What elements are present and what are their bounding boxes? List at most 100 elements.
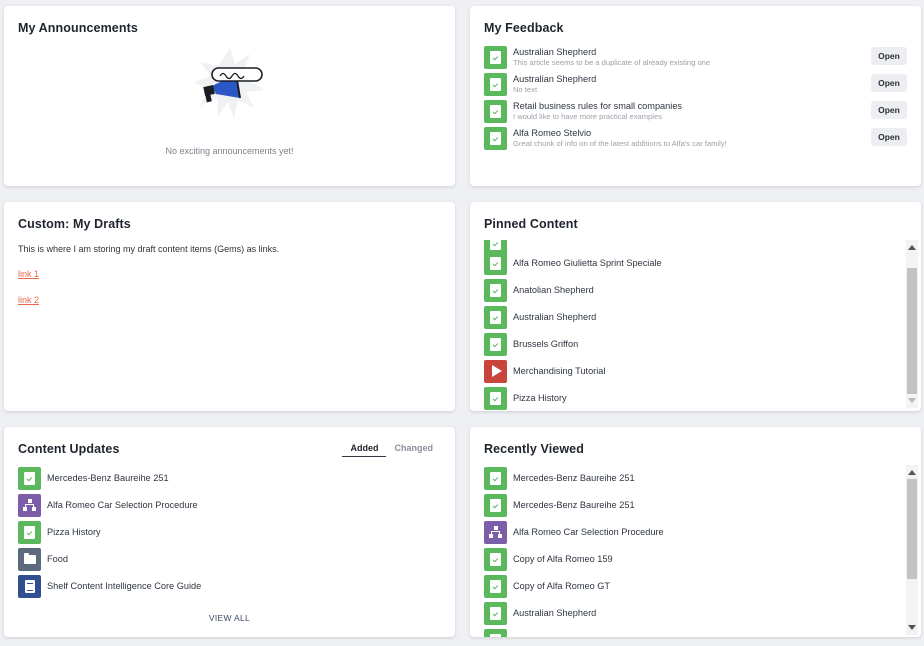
flowchart-icon	[484, 520, 507, 544]
list-item-title: Alfa Romeo Car Selection Procedure	[47, 500, 198, 510]
gem-icon	[484, 332, 507, 356]
list-item[interactable]: Anatolian Shepherd	[484, 278, 893, 302]
announcements-empty-message: No exciting announcements yet!	[165, 146, 294, 156]
draft-link-2[interactable]: link 2	[18, 295, 39, 305]
list-item[interactable]: Mercedes-Benz Baureihe 251	[18, 466, 441, 490]
feedback-card: My Feedback Australian Shepherd This art…	[470, 6, 921, 186]
folder-icon	[18, 547, 41, 571]
pinned-title: Pinned Content	[484, 217, 578, 231]
scroll-up-arrow-icon[interactable]	[908, 470, 916, 475]
feedback-title: My Feedback	[484, 21, 564, 35]
feedback-item[interactable]: Alfa Romeo Stelvio Great chunk of info o…	[484, 126, 907, 150]
feedback-item[interactable]: Australian Shepherd No text Open	[484, 72, 907, 96]
feedback-item-title[interactable]: Retail business rules for small companie…	[513, 101, 682, 111]
feedback-item-comment: No text	[513, 85, 538, 94]
list-item-title: Anatolian Shepherd	[513, 285, 594, 295]
updates-title: Content Updates	[18, 442, 120, 456]
feedback-item[interactable]: Australian Shepherd This article seems t…	[484, 45, 907, 69]
recent-list: Mercedes-Benz Baureihe 251 Mercedes-Benz…	[470, 465, 907, 637]
list-item[interactable]: Food	[18, 547, 441, 571]
updates-tabs: Added Changed	[342, 443, 441, 457]
feedback-item[interactable]: Retail business rules for small companie…	[484, 99, 907, 123]
gem-icon	[484, 45, 507, 69]
drafts-title: Custom: My Drafts	[18, 217, 131, 231]
feedback-item-title[interactable]: Alfa Romeo Stelvio	[513, 128, 727, 138]
list-item[interactable]: Shelf Content Intelligence Core Guide	[18, 574, 441, 598]
recent-card: Recently Viewed Mercedes-Benz Baureihe 2…	[470, 427, 921, 637]
gem-icon	[484, 547, 507, 571]
feedback-item-comment: I would like to have more practical exam…	[513, 112, 662, 121]
list-item-title: Food	[47, 554, 68, 564]
open-button[interactable]: Open	[871, 47, 907, 65]
list-item-title: Australian Shepherd	[513, 312, 597, 322]
list-item-title: Shelf Content Intelligence Core Guide	[47, 581, 202, 591]
list-item-title: Copy of Alfa Romeo GT	[513, 581, 611, 591]
list-item[interactable]: Alfa Romeo Car Selection Procedure	[18, 493, 441, 517]
list-item[interactable]: Alfa Romeo Car Selection Procedure	[484, 520, 893, 544]
list-item[interactable]: Merchandising Tutorial	[484, 359, 893, 383]
scroll-up-arrow-icon[interactable]	[908, 245, 916, 250]
list-item[interactable]: Australian Shepherd	[484, 305, 893, 329]
pinned-card: Pinned Content Alfa Romeo Giulietta Spri…	[470, 202, 921, 411]
megaphone-illustration-icon	[194, 48, 264, 118]
updates-card: Content Updates Added Changed Mercedes-B…	[4, 427, 455, 637]
gem-icon	[484, 493, 507, 517]
list-item-title: Pizza History	[513, 393, 567, 403]
gem-icon	[484, 574, 507, 598]
scrollbar-thumb[interactable]	[907, 268, 917, 394]
scrollbar-thumb[interactable]	[907, 479, 917, 579]
feedback-item-title[interactable]: Australian Shepherd	[513, 47, 710, 57]
gem-icon	[484, 99, 507, 123]
list-item[interactable]: Pizza History	[484, 386, 893, 410]
gem-icon	[484, 601, 507, 625]
list-item-title: Alfa Romeo Giulietta Sprint Speciale	[513, 258, 662, 268]
gem-icon	[484, 72, 507, 96]
drafts-description: This is where I am storing my draft cont…	[18, 244, 280, 254]
document-icon	[18, 574, 41, 598]
list-item[interactable]: Mercedes-Benz Baureihe 251	[484, 466, 893, 490]
video-icon	[484, 359, 507, 383]
open-button[interactable]: Open	[871, 74, 907, 92]
tab-added[interactable]: Added	[342, 443, 387, 457]
gem-icon	[484, 305, 507, 329]
recent-scrollbar[interactable]	[906, 465, 918, 635]
gem-icon	[18, 520, 41, 544]
open-button[interactable]: Open	[871, 101, 907, 119]
list-item-title: Mercedes-Benz Baureihe 251	[47, 473, 169, 483]
feedback-item-comment: Great chunk of info on of the latest add…	[513, 139, 727, 148]
announcements-title: My Announcements	[18, 21, 138, 35]
list-item-title: Mercedes-Benz Baureihe 251	[513, 500, 635, 510]
list-item-title: Australian Shepherd	[513, 608, 597, 618]
gem-icon	[484, 126, 507, 150]
list-item[interactable]: Pizza History	[18, 520, 441, 544]
pinned-scrollbar[interactable]	[906, 240, 918, 408]
gem-icon	[18, 466, 41, 490]
list-item[interactable]: Brussels Griffon	[484, 332, 893, 356]
feedback-item-comment: This article seems to be a duplicate of …	[513, 58, 711, 67]
list-item[interactable]: Mercedes-Benz Baureihe 251	[484, 493, 893, 517]
list-item-title: Brussels Griffon	[513, 339, 579, 349]
scroll-down-arrow-icon[interactable]	[908, 398, 916, 403]
flowchart-icon	[18, 493, 41, 517]
list-item-title: Pizza History	[47, 527, 101, 537]
list-item-title: Copy of Alfa Romeo 159	[513, 554, 613, 564]
list-item[interactable]: Alfa Romeo Giulietta Sprint Speciale	[484, 251, 893, 275]
drafts-card: Custom: My Drafts This is where I am sto…	[4, 202, 455, 411]
tab-changed[interactable]: Changed	[386, 443, 441, 457]
list-item[interactable]: Copy of Alfa Romeo GT	[484, 574, 893, 598]
feedback-item-title[interactable]: Australian Shepherd	[513, 74, 596, 84]
list-item[interactable]: Copy of Alfa Romeo 159	[484, 547, 893, 571]
gem-icon	[484, 628, 507, 637]
view-all-link[interactable]: VIEW ALL	[4, 613, 455, 623]
gem-icon	[484, 278, 507, 302]
list-item-title: Merchandising Tutorial	[513, 366, 606, 376]
announcements-card: My Announcements No exciting announcemen…	[4, 6, 455, 186]
list-item-title: Alfa Romeo Car Selection Procedure	[513, 527, 664, 537]
gem-icon	[484, 386, 507, 410]
scroll-down-arrow-icon[interactable]	[908, 625, 916, 630]
list-item[interactable]	[484, 628, 893, 637]
open-button[interactable]: Open	[871, 128, 907, 146]
list-item[interactable]: Australian Shepherd	[484, 601, 893, 625]
gem-icon	[484, 466, 507, 490]
draft-link-1[interactable]: link 1	[18, 269, 39, 279]
